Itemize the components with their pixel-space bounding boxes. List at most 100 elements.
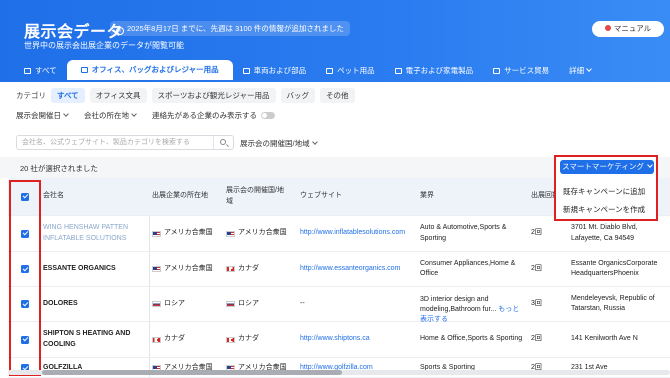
chevron-down-icon: [647, 162, 653, 168]
add-to-existing-campaign[interactable]: 既存キャンペーンに追加: [563, 186, 645, 197]
company-name[interactable]: ESSANTE ORGANICS: [43, 252, 147, 286]
category-label: カテゴリ: [16, 90, 46, 100]
tab-all[interactable]: すべて: [14, 62, 67, 80]
tab-label: ペット用品: [337, 66, 375, 75]
industry-text: 3D interior design and modeling,Bathroom…: [420, 296, 497, 314]
content-panel: カテゴリ すべて オフィス文具 スポーツおよび観光レジャー用品 バッグ その他 …: [0, 82, 670, 378]
horizontal-scrollbar[interactable]: [8, 370, 670, 375]
selection-count: 20 社が選択されました: [20, 164, 98, 173]
location-text: ロシア: [164, 299, 185, 307]
manual-icon: [604, 25, 611, 31]
industry-cell: 3D interior design and modeling,Bathroom…: [420, 287, 528, 323]
russia-flag-icon: [226, 301, 235, 307]
date-filter[interactable]: 展示会開催日: [16, 110, 69, 121]
location-text: アメリカ合衆国: [164, 264, 213, 272]
tab-vehicles-parts[interactable]: 車両および部品: [233, 62, 317, 80]
tab-label: 電子および家電製品: [405, 66, 474, 75]
count-text: 3回: [531, 299, 542, 307]
address-text: 141 Kenilworth Ave N: [571, 335, 638, 343]
chip-sports-leisure[interactable]: スポーツおよび観光レジャー用品: [151, 87, 276, 103]
country-cell: カナダ: [226, 322, 263, 357]
filter-row: 展示会開催日 会社の所在地 連絡先がある企業のみ表示する: [16, 108, 291, 122]
company-name[interactable]: WING HENSHAW PATTEN INFLATABLE SOLUTIONS: [43, 216, 147, 251]
location-cell: アメリカ合衆国: [152, 252, 217, 286]
date-filter-label: 展示会開催日: [16, 110, 61, 120]
location-text: カナダ: [164, 335, 185, 343]
us-flag-icon: [226, 230, 235, 237]
country-cell: アメリカ合衆国: [226, 216, 291, 251]
page-title: 展示会データ: [24, 24, 124, 41]
address-text: Mendeleyevsk, Republic of Tatarstan, Rus…: [571, 294, 655, 312]
location-cell: カナダ: [152, 322, 189, 357]
table-row[interactable]: DOLORES ロシア ロシア -- 3D interior design an…: [8, 287, 670, 323]
region-filter[interactable]: 展示会の開催国/地域: [240, 138, 318, 149]
location-filter-label: 会社の所在地: [84, 110, 129, 120]
tab-service-trade[interactable]: サービス貿易: [483, 62, 559, 80]
location-cell: ロシア: [152, 287, 189, 321]
canada-flag-icon: [226, 336, 235, 343]
smart-marketing-dropdown: スマートマーケティング 既存キャンペーンに追加 新規キャンペーンを作成: [554, 155, 658, 221]
tab-label: オフィス、バッグおよびレジャー用品: [91, 65, 219, 74]
category-tabs: すべて オフィス、バッグおよびレジャー用品 車両および部品 ペット用品 電子およ…: [14, 60, 670, 82]
address-text: Essante OrganicsCorporate HeadquartersPh…: [571, 259, 658, 277]
manual-label: マニュアル: [613, 24, 652, 33]
chip-all[interactable]: すべて: [51, 87, 85, 103]
tab-electronics[interactable]: 電子および家電製品: [385, 62, 484, 80]
chip-other[interactable]: その他: [320, 87, 355, 103]
table-row[interactable]: SHIPTON S HEATING AND COOLING カナダ カナダ ht…: [8, 322, 670, 358]
table-row[interactable]: GOLFZILLA アメリカ合衆国 アメリカ合衆国 http://www.gol…: [8, 358, 670, 378]
header-website[interactable]: ウェブサイト: [300, 178, 346, 215]
region-filter-label: 展示会の開催国/地域: [240, 139, 310, 148]
update-notice: i 2025年8月17日 までに、先週は 3100 件の情報が追加されました: [110, 21, 350, 36]
search-input[interactable]: 会社名、公式ウェブサイト、製品カテゴリを検索する: [16, 135, 234, 150]
company-name[interactable]: SHIPTON S HEATING AND COOLING: [43, 322, 147, 357]
header-banner: 展示会データ i 2025年8月17日 までに、先週は 3100 件の情報が追加さ…: [0, 0, 670, 82]
tab-more[interactable]: 詳細: [559, 62, 601, 80]
country-text: カナダ: [238, 264, 259, 272]
tab-office-bags-leisure[interactable]: オフィス、バッグおよびレジャー用品: [66, 60, 233, 80]
us-flag-icon: [152, 266, 161, 272]
location-text: アメリカ合衆国: [164, 229, 213, 237]
table-row[interactable]: WING HENSHAW PATTEN INFLATABLE SOLUTIONS…: [8, 216, 670, 252]
header-country[interactable]: 展示会の開催国/地域: [226, 178, 288, 215]
tab-label: サービス貿易: [504, 66, 550, 75]
country-cell: カナダ: [226, 252, 263, 286]
russia-flag-icon: [152, 301, 161, 307]
scrollbar-thumb[interactable]: [42, 370, 342, 375]
canada-flag-icon: [152, 336, 161, 343]
contact-only-toggle[interactable]: [261, 111, 275, 119]
tab-label: すべて: [35, 66, 57, 75]
industry-text: Consumer Appliances,Home & Office: [420, 259, 516, 277]
pet-icon: [326, 68, 334, 74]
location-filter[interactable]: 会社の所在地: [84, 110, 137, 121]
create-new-campaign[interactable]: 新規キャンペーンを作成: [563, 204, 645, 215]
smart-marketing-button[interactable]: スマートマーケティング: [560, 160, 654, 174]
canada-flag-icon: [226, 266, 235, 272]
country-text: カナダ: [238, 335, 259, 343]
app-frame: 展示会データ i 2025年8月17日 までに、先週は 3100 件の情報が追加さ…: [0, 0, 670, 378]
manual-button[interactable]: マニュアル: [592, 21, 664, 37]
industry-text: Home & Office,Sports & Sporting: [420, 335, 523, 343]
header-company[interactable]: 会社名: [43, 178, 68, 215]
header-location[interactable]: 出展企業の所在地: [152, 178, 212, 215]
website-link[interactable]: http://www.shiptons.ca: [300, 322, 374, 357]
tab-pet-supplies[interactable]: ペット用品: [316, 62, 385, 80]
website-link[interactable]: http://www.inflatablesolutions.com: [300, 216, 409, 251]
country-text: ロシア: [238, 299, 259, 307]
chip-bags[interactable]: バッグ: [280, 87, 316, 103]
category-filter: カテゴリ すべて オフィス文具 スポーツおよび観光レジャー用品 バッグ その他: [16, 87, 360, 103]
table-row[interactable]: ESSANTE ORGANICS アメリカ合衆国 カナダ http://www.…: [8, 252, 670, 287]
contact-only-filter: 連絡先がある企業のみ表示する: [152, 110, 275, 121]
page-subtitle: 世界中の展示会出展企業のデータが閲覧可能: [24, 41, 184, 50]
country-text: アメリカ合衆国: [238, 229, 287, 237]
update-notice-text: 2025年8月17日 までに、先週は 3100 件の情報が追加されました: [127, 24, 344, 33]
tab-label: 詳細: [569, 66, 585, 75]
device-icon: [394, 68, 402, 74]
header-industry[interactable]: 業界: [420, 178, 438, 215]
contact-only-label: 連絡先がある企業のみ表示する: [152, 110, 257, 120]
website-link[interactable]: http://www.essanteorganics.com: [300, 252, 404, 286]
chip-office-stationery[interactable]: オフィス文具: [89, 87, 147, 103]
count-text: 2回: [531, 229, 542, 237]
company-name[interactable]: DOLORES: [43, 287, 147, 321]
search-button[interactable]: [213, 136, 233, 149]
